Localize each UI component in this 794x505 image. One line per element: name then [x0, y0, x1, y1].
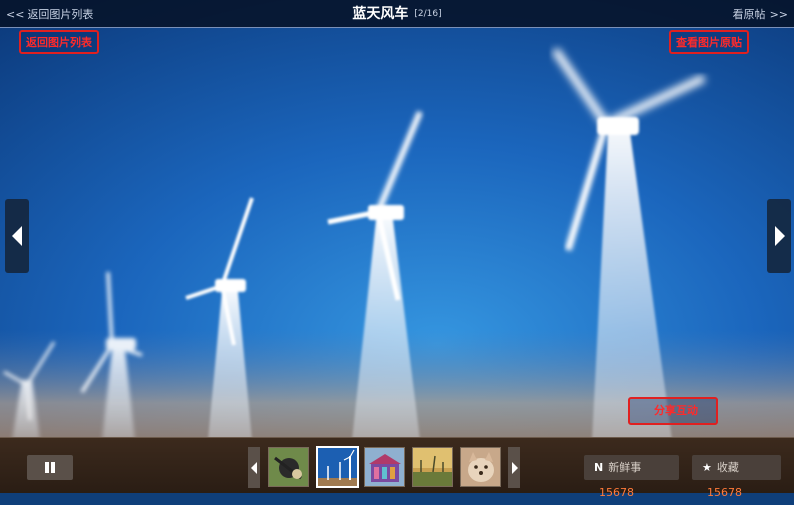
arrow-left-icon [12, 226, 22, 246]
view-original-post-link[interactable]: 看原帖 >> [733, 6, 788, 22]
thumbnail-4[interactable] [412, 447, 453, 487]
fresh-news-label: 新鲜事 [608, 461, 642, 474]
double-chevron-right-icon: >> [769, 8, 788, 21]
album-title: 蓝天风车 [352, 6, 409, 22]
bottom-toolbar: N 新鲜事 15678 ★ 收藏 15678 [0, 437, 794, 499]
thumbnail-image [413, 448, 452, 486]
favorite-label: 收藏 [716, 461, 739, 474]
top-bar: << 返回图片列表 蓝天风车 [2/16] 看原帖 >> [0, 0, 794, 28]
thumbnail-1[interactable] [268, 447, 309, 487]
arrow-right-icon [512, 462, 518, 474]
thumbnail-5[interactable] [460, 447, 501, 487]
pause-icon-bar [51, 462, 55, 473]
thumbnail-image [461, 448, 500, 486]
share-fresh-news-button[interactable]: N 新鲜事 15678 [584, 455, 679, 499]
thumbnail-3[interactable] [364, 447, 405, 487]
thumbnail-image [269, 448, 308, 486]
image-counter: [2/16] [414, 9, 442, 19]
renren-n-icon: N [594, 461, 604, 474]
thumbnail-2[interactable] [316, 446, 359, 488]
pause-slideshow-button[interactable] [27, 455, 73, 480]
annotation-view-original: 查看图片原贴 [669, 30, 749, 54]
annotation-back-to-list: 返回图片列表 [19, 30, 99, 54]
favorite-count: 15678 [707, 486, 742, 499]
fresh-news-count: 15678 [599, 486, 634, 499]
star-icon: ★ [702, 461, 712, 474]
gallery-title: 蓝天风车 [2/16] [0, 3, 794, 23]
previous-image-button[interactable] [5, 199, 29, 273]
thumbnail-image [365, 448, 404, 486]
thumbnails-prev-button[interactable] [248, 447, 260, 488]
favorite-button[interactable]: ★ 收藏 15678 [692, 455, 781, 499]
next-image-button[interactable] [767, 199, 791, 273]
pause-icon [45, 462, 49, 473]
thumbnail-image [318, 448, 357, 486]
thumbnails-next-button[interactable] [508, 447, 520, 488]
arrow-right-icon [775, 226, 785, 246]
view-original-label: 看原帖 [732, 8, 766, 21]
arrow-left-icon [251, 462, 257, 474]
annotation-share: 分享互动 [628, 397, 718, 425]
